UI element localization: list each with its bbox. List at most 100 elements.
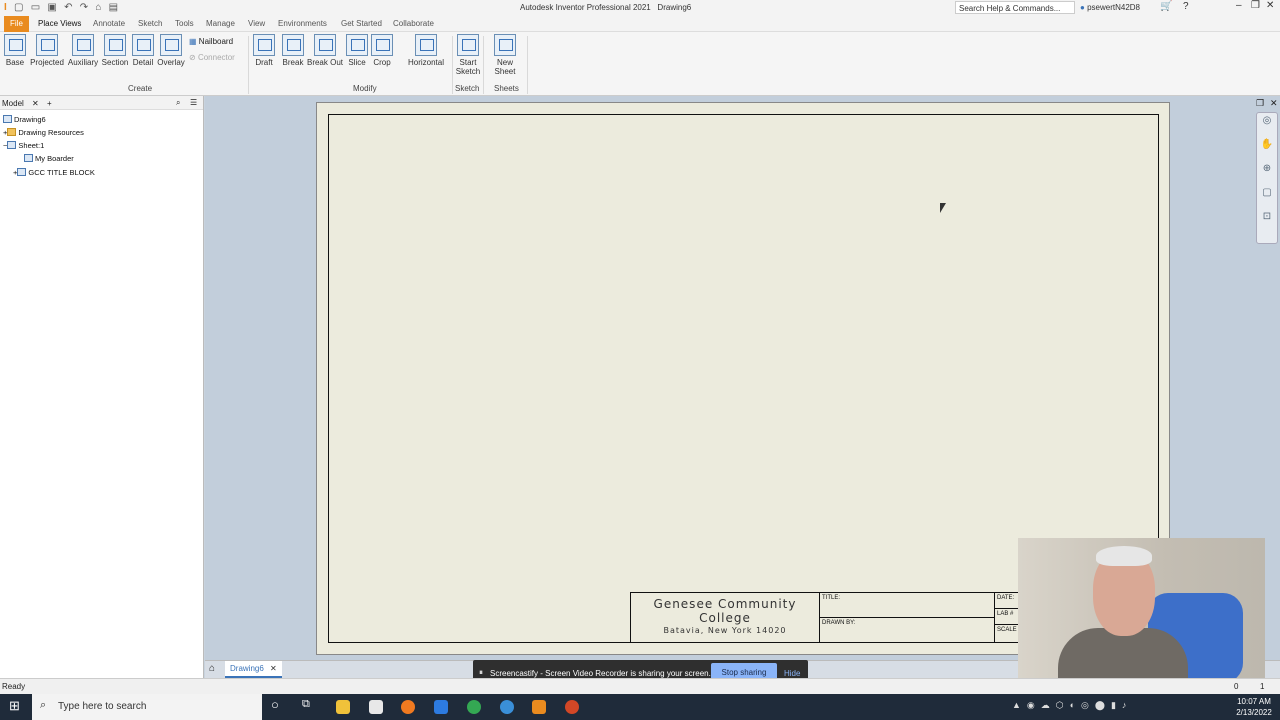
- button-label: Section: [101, 58, 129, 67]
- app-icon[interactable]: [500, 700, 514, 714]
- undo-icon[interactable]: ↶: [64, 2, 72, 13]
- hide-share-bar-button[interactable]: Hide: [784, 669, 800, 678]
- maps-icon[interactable]: [434, 700, 448, 714]
- new-sheet-button[interactable]: New Sheet: [486, 34, 524, 76]
- inventor-taskbar-icon[interactable]: [532, 700, 546, 714]
- button-label: Projected: [30, 58, 64, 67]
- tab-annotate[interactable]: Annotate: [93, 19, 125, 28]
- horizontal-button[interactable]: Horizontal: [406, 34, 446, 67]
- button-label: Horizontal: [407, 58, 444, 67]
- overlay-view-button[interactable]: Overlay: [157, 34, 185, 67]
- crop-button[interactable]: Crop: [371, 34, 393, 67]
- help-search-input[interactable]: Search Help & Commands...: [955, 1, 1075, 14]
- base-view-button[interactable]: Base: [4, 34, 26, 67]
- connector-button[interactable]: ⊘ Connector: [189, 53, 235, 62]
- task-view-icon[interactable]: ⧉: [302, 698, 310, 711]
- node-label: Drawing6: [14, 115, 46, 124]
- save-icon[interactable]: ▣: [47, 2, 56, 13]
- group-create-label: Create: [128, 84, 153, 93]
- tab-get-started[interactable]: Get Started: [341, 19, 382, 28]
- mail-icon[interactable]: [369, 700, 383, 714]
- zoom-window-icon[interactable]: ⊡: [1257, 211, 1277, 233]
- cortana-icon[interactable]: ○: [271, 697, 279, 712]
- steering-wheel-icon[interactable]: ◎: [1257, 115, 1277, 137]
- help-icon[interactable]: ?: [1183, 1, 1189, 12]
- nailboard-button[interactable]: ▦ Nailboard: [189, 37, 233, 46]
- home-icon[interactable]: ⌂: [95, 2, 101, 13]
- chrome-icon[interactable]: [467, 700, 481, 714]
- zoom-icon[interactable]: ⊕: [1257, 163, 1277, 185]
- college-name-line2: College: [699, 611, 751, 625]
- tree-node-border[interactable]: My Boarder: [24, 154, 74, 163]
- title-block-drawn-by-field: DRAWN BY:: [819, 617, 995, 643]
- redo-icon[interactable]: ↷: [80, 2, 88, 13]
- tab-sketch[interactable]: Sketch: [138, 19, 162, 28]
- taskbar-search-input[interactable]: Type here to search: [32, 694, 262, 720]
- clock-time: 10:07 AM: [1237, 697, 1271, 706]
- firefox-icon[interactable]: [401, 700, 415, 714]
- quick-access-toolbar[interactable]: I ▢ ▭ ▣ ↶ ↷ ⌂ ▤: [4, 2, 123, 13]
- tree-node-drawing-resources[interactable]: + Drawing Resources: [3, 128, 84, 137]
- close-window-icon[interactable]: ✕: [1266, 0, 1274, 11]
- tab-manage[interactable]: Manage: [206, 19, 235, 28]
- add-tab-icon[interactable]: +: [47, 99, 52, 108]
- slice-button[interactable]: Slice: [346, 34, 368, 67]
- button-label: Overlay: [157, 58, 185, 67]
- tab-collaborate[interactable]: Collaborate: [393, 19, 434, 28]
- cart-icon[interactable]: 🛒: [1160, 1, 1172, 12]
- ribbon-separator: [527, 36, 528, 94]
- node-label: Drawing Resources: [18, 128, 84, 137]
- menu-icon[interactable]: ☰: [190, 98, 197, 107]
- detail-view-button[interactable]: Detail: [131, 34, 155, 67]
- pan-icon[interactable]: ✋: [1257, 139, 1277, 161]
- button-label: Detail: [132, 58, 154, 67]
- close-icon[interactable]: ✕: [32, 99, 39, 108]
- user-account[interactable]: ● psewertN42D8: [1080, 3, 1140, 12]
- restore-view-icon[interactable]: ❐: [1256, 98, 1264, 109]
- projected-view-button[interactable]: Projected: [30, 34, 64, 67]
- start-sketch-button[interactable]: Start Sketch: [455, 34, 481, 76]
- restore-icon[interactable]: ❐: [1251, 0, 1260, 11]
- navigation-bar: ◎ ✋ ⊕ ▢ ⊡: [1256, 112, 1278, 244]
- minimize-icon[interactable]: –: [1236, 0, 1242, 11]
- file-explorer-icon[interactable]: [336, 700, 350, 714]
- tab-view[interactable]: View: [248, 19, 265, 28]
- system-tray[interactable]: ▲◉☁⬡◐◎⬤▮♪: [1012, 700, 1217, 714]
- tree-node-title-block[interactable]: + GCC TITLE BLOCK: [13, 168, 95, 177]
- border-icon: [24, 154, 33, 162]
- close-view-icon[interactable]: ✕: [1270, 98, 1278, 109]
- sheet-icon: [7, 141, 17, 149]
- windows-start-icon[interactable]: ⊞: [9, 698, 20, 714]
- powerpoint-icon[interactable]: [565, 700, 579, 714]
- tree-node-drawing[interactable]: Drawing6: [3, 115, 46, 124]
- tree-node-sheet[interactable]: − Sheet:1: [3, 141, 44, 150]
- search-icon[interactable]: ⌕: [176, 98, 180, 108]
- button-label: New Sheet: [494, 58, 516, 76]
- doc-tab-drawing[interactable]: Drawing6 ✕: [225, 661, 282, 678]
- browser-tab-model[interactable]: Model: [2, 99, 24, 108]
- tab-file[interactable]: File: [4, 16, 29, 32]
- new-file-icon[interactable]: ▢: [14, 2, 23, 13]
- break-button[interactable]: Break: [282, 34, 304, 67]
- ribbon-separator: [248, 36, 249, 94]
- auxiliary-view-button[interactable]: Auxiliary: [67, 34, 99, 67]
- status-bar: Ready 0 1: [0, 678, 1280, 694]
- zoom-all-icon[interactable]: ▢: [1257, 187, 1277, 209]
- close-icon[interactable]: ✕: [270, 664, 277, 673]
- draft-view-button[interactable]: Draft: [252, 34, 276, 67]
- tab-place-views[interactable]: Place Views: [38, 19, 81, 28]
- taskbar-search-icon: ⌕: [40, 699, 47, 711]
- group-modify-label: Modify: [353, 84, 377, 93]
- button-label: Break Out: [306, 58, 343, 67]
- mouse-cursor: [940, 203, 946, 213]
- home-icon[interactable]: ⌂: [209, 663, 215, 674]
- doc-tab-label: Drawing6: [230, 664, 264, 673]
- section-view-button[interactable]: Section: [101, 34, 129, 67]
- tab-tools[interactable]: Tools: [175, 19, 194, 28]
- tab-environments[interactable]: Environments: [278, 19, 327, 28]
- print-icon[interactable]: ▤: [109, 2, 118, 13]
- taskbar-clock[interactable]: 10:07 AM 2/13/2022: [1230, 696, 1278, 718]
- open-icon[interactable]: ▭: [31, 2, 40, 13]
- break-out-button[interactable]: Break Out: [306, 34, 344, 67]
- node-label: Sheet:1: [18, 141, 45, 150]
